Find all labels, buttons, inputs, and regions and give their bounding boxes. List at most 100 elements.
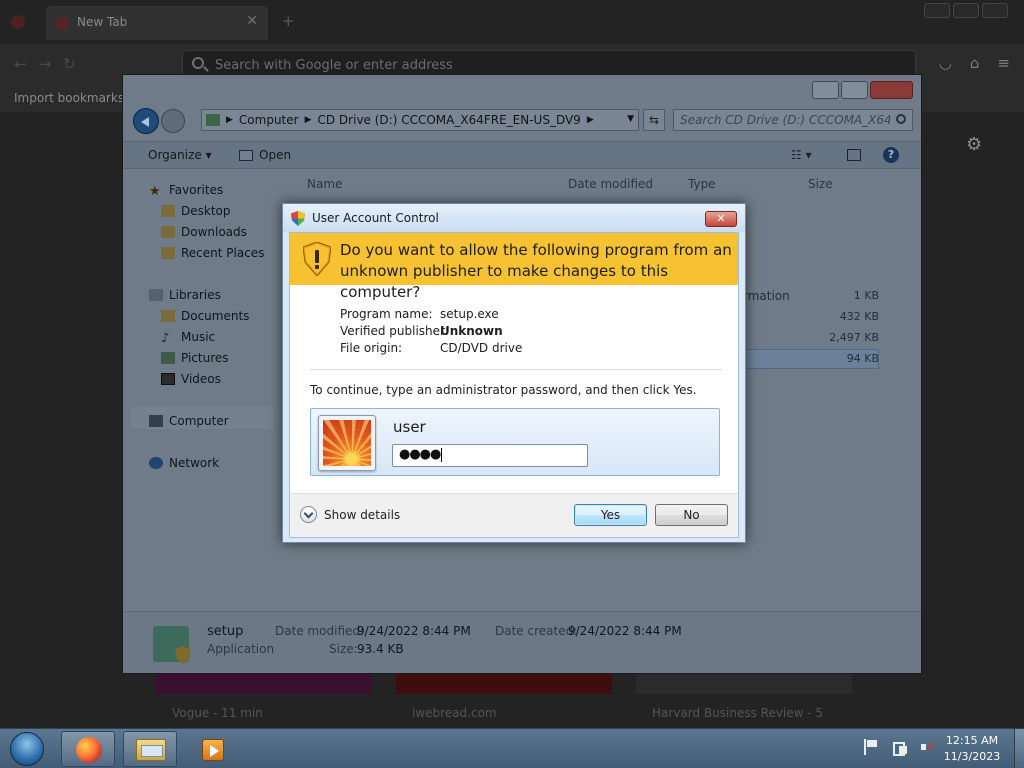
uac-dialog: User Account Control ✕ Do you want to al… <box>282 203 746 543</box>
taskbar-media-player[interactable] <box>185 731 239 767</box>
organize-button[interactable]: Organize ▾ <box>148 148 212 162</box>
user-name: user <box>393 418 426 436</box>
preview-pane-icon[interactable] <box>847 149 861 161</box>
clock-time: 12:15 AM <box>945 734 999 747</box>
password-input[interactable]: ●●●● <box>392 444 588 467</box>
address-field[interactable]: ▶ Computer ▶ CD Drive (D:) CCCOMA_X64FRE… <box>201 109 639 131</box>
details-label: Date created: <box>495 624 578 638</box>
story-caption[interactable]: Vogue - 11 min <box>172 706 263 720</box>
column-name[interactable]: Name <box>307 177 342 191</box>
downloads-icon <box>161 226 175 238</box>
no-button[interactable]: No <box>655 504 728 526</box>
action-center-flag-icon[interactable] <box>864 739 880 755</box>
column-type[interactable]: Type <box>688 177 716 191</box>
nav-desktop[interactable]: Desktop <box>161 204 231 218</box>
pocket-icon[interactable]: ◡ <box>939 54 952 72</box>
details-label: Size: <box>329 642 358 656</box>
file-origin-value: CD/DVD drive <box>440 341 523 355</box>
breadcrumb-cd-drive[interactable]: CD Drive (D:) CCCOMA_X64FRE_EN-US_DV9 <box>318 113 581 127</box>
windows-logo-icon <box>10 732 44 766</box>
pictures-icon <box>161 352 175 364</box>
help-icon[interactable]: ? <box>883 147 899 163</box>
start-button[interactable] <box>6 731 48 767</box>
uac-title: User Account Control <box>312 211 439 225</box>
tab-favicon-icon <box>56 17 69 30</box>
gear-icon[interactable]: ⚙ <box>966 134 982 155</box>
nav-network[interactable]: Network <box>149 456 219 470</box>
clock[interactable]: 12:15 AM 11/3/2023 <box>932 733 1012 765</box>
explorer-window-controls <box>812 81 913 99</box>
maximize-button[interactable] <box>841 81 868 99</box>
details-file-kind: Application <box>207 642 275 656</box>
story-thumbnail[interactable] <box>156 672 372 694</box>
column-size[interactable]: Size <box>808 177 833 191</box>
change-view-icon[interactable]: ☷ ▾ <box>791 148 812 162</box>
avatar <box>318 415 376 471</box>
nav-pictures[interactable]: Pictures <box>161 351 229 365</box>
nav-favorites[interactable]: ★ Favorites <box>149 183 223 199</box>
uac-question: Do you want to allow the following progr… <box>340 241 732 301</box>
open-button[interactable]: Open <box>239 148 291 162</box>
network-icon[interactable] <box>892 739 908 756</box>
column-date-modified[interactable]: Date modified <box>568 177 653 191</box>
extensions-icon[interactable]: ⌂ <box>970 54 980 72</box>
clock-date: 11/3/2023 <box>943 750 1001 763</box>
close-button[interactable] <box>982 3 1008 18</box>
nav-recent-places[interactable]: Recent Places <box>161 246 264 260</box>
recent-places-icon <box>161 247 175 259</box>
minimize-button[interactable] <box>812 81 839 99</box>
back-forward-reload-icons[interactable]: ←→↻ <box>14 55 88 73</box>
divider <box>310 369 722 370</box>
videos-icon <box>161 373 175 385</box>
explorer-toolbar: Organize ▾ Open ☷ ▾ ? <box>123 141 921 169</box>
details-size: 93.4 KB <box>357 642 404 656</box>
back-arrow-icon[interactable] <box>133 108 159 134</box>
close-button[interactable]: ✕ <box>705 211 737 227</box>
firefox-view-icon[interactable] <box>11 15 25 29</box>
close-button[interactable] <box>870 81 913 99</box>
taskbar-explorer[interactable] <box>123 731 177 767</box>
details-date-created: 9/24/2022 8:44 PM <box>568 624 682 638</box>
nav-computer[interactable]: Computer <box>149 414 229 428</box>
uac-body: Do you want to allow the following progr… <box>289 232 739 538</box>
new-tab-button[interactable]: + <box>282 12 295 30</box>
nav-libraries[interactable]: Libraries <box>149 288 221 302</box>
story-thumbnail[interactable] <box>636 672 852 694</box>
minimize-button[interactable] <box>924 3 950 18</box>
refresh-icon[interactable]: ⇆ <box>643 109 665 131</box>
nav-music[interactable]: ♪ Music <box>161 330 215 346</box>
computer-icon <box>149 415 163 427</box>
chevron-down-icon[interactable]: ▼ <box>627 114 634 124</box>
show-desktop-button[interactable] <box>1014 729 1024 768</box>
file-type-cell: rmation <box>743 289 790 303</box>
story-caption[interactable]: iwebread.com <box>412 706 497 720</box>
search-icon <box>896 114 906 124</box>
hamburger-menu-icon[interactable]: ≡ <box>997 54 1010 72</box>
navigation-pane: ★ Favorites Desktop Downloads Recent Pla… <box>131 175 271 605</box>
nav-downloads[interactable]: Downloads <box>161 225 247 239</box>
explorer-icon <box>136 739 166 761</box>
drive-icon <box>206 114 220 126</box>
import-bookmarks-link[interactable]: Import bookmarks... <box>14 91 136 105</box>
taskbar: 12:15 AM 11/3/2023 <box>0 728 1024 768</box>
explorer-search-input[interactable]: Search CD Drive (D:) CCCOMA_X64FR... <box>673 109 913 131</box>
taskbar-firefox[interactable] <box>61 731 115 767</box>
nav-videos[interactable]: Videos <box>161 372 221 386</box>
show-details-toggle[interactable]: Show details <box>300 506 400 523</box>
credential-tile[interactable]: user ●●●● <box>310 408 720 476</box>
info-label: Verified publisher: <box>340 324 449 338</box>
details-label: Date modified: <box>275 624 365 638</box>
desktop-icon <box>161 205 175 217</box>
yes-button[interactable]: Yes <box>574 504 647 526</box>
forward-arrow-icon[interactable] <box>161 109 185 133</box>
nav-documents[interactable]: Documents <box>161 309 249 323</box>
tab-close-icon[interactable]: ✕ <box>246 13 258 29</box>
open-label: Open <box>259 148 292 162</box>
story-caption[interactable]: Harvard Business Review - 5 <box>652 706 823 720</box>
text-caret <box>441 447 443 462</box>
breadcrumb-computer[interactable]: Computer <box>239 113 299 127</box>
browser-tab[interactable]: New Tab ✕ <box>46 6 268 40</box>
maximize-button[interactable] <box>953 3 979 18</box>
uac-warning-banner: Do you want to allow the following progr… <box>290 233 738 301</box>
story-thumbnail[interactable] <box>396 672 612 694</box>
